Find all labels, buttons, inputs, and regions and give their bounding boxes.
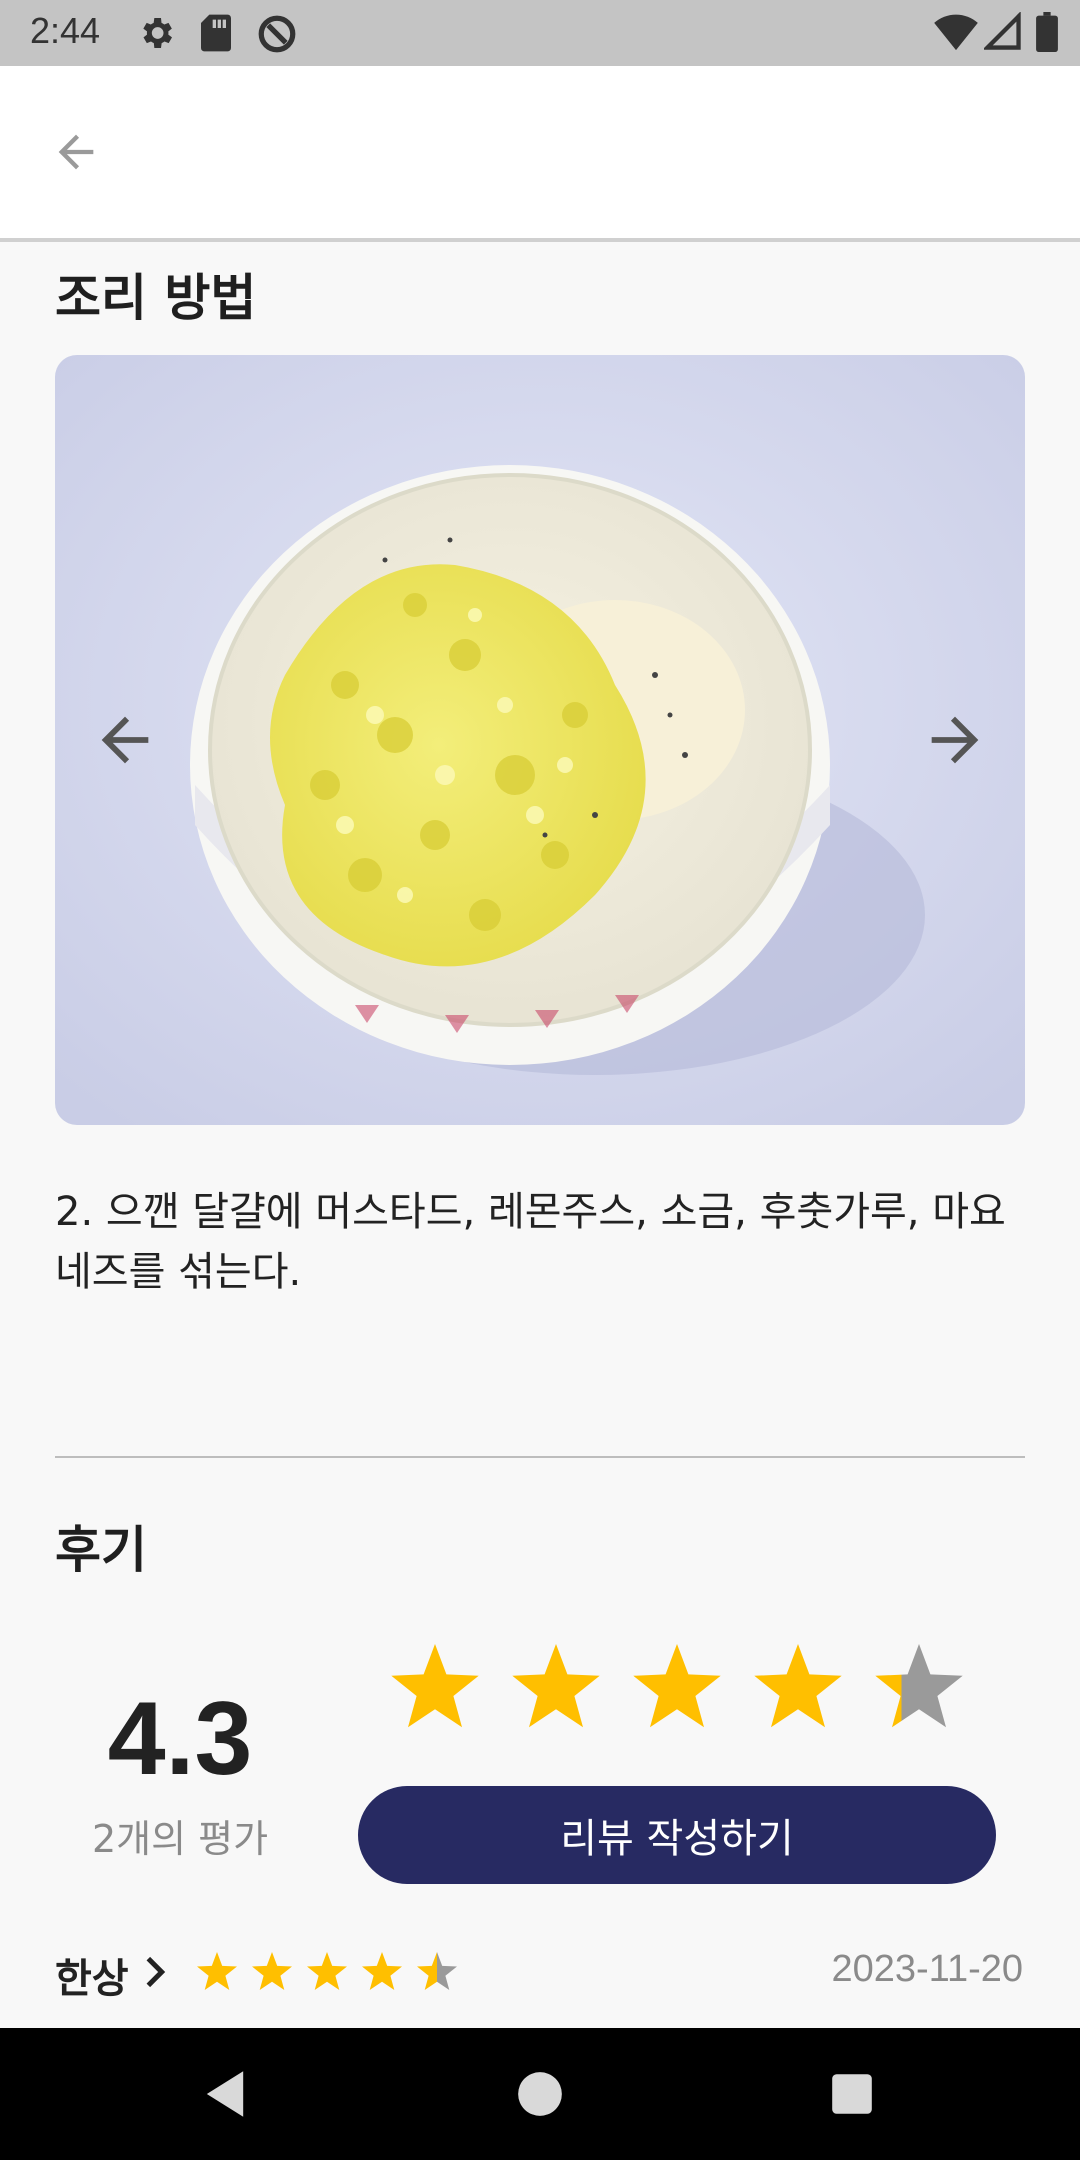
review-date: 2023-11-20 (831, 1948, 1023, 1990)
status-time: 2:44 (30, 10, 101, 51)
reviewer-name[interactable]: 한상 (55, 1946, 129, 2004)
navigation-bar (0, 2028, 1080, 2160)
average-rating: 4.3 (107, 1681, 253, 1797)
rating-star-1 (391, 1644, 479, 1728)
nav-back-icon (206, 2071, 244, 2117)
review-star-3 (307, 1952, 347, 1990)
carousel-prev-button[interactable] (85, 700, 165, 780)
app-bar (0, 66, 1080, 242)
review-star-2 (252, 1952, 292, 1990)
review-star-5 (417, 1952, 457, 1990)
status-bar: 2:44 (0, 0, 1080, 66)
screen: 2:44 조리 방법 2. 으깬 달걀에 머스타드, 레몬주스, 소금, 후춧가… (0, 0, 1080, 2160)
reviews-title: 후기 (55, 1521, 147, 1579)
food-photo (55, 355, 1025, 1125)
arrow-back-icon (58, 134, 94, 170)
nav-home-button[interactable] (500, 2054, 580, 2134)
cell-signal-icon (982, 11, 1022, 56)
rating-star-4 (754, 1644, 842, 1728)
nav-home-icon (518, 2072, 562, 2116)
arrow-right-icon (931, 716, 979, 764)
review-star-4 (362, 1952, 402, 1990)
arrow-left-icon (101, 716, 149, 764)
review-star-1 (197, 1952, 237, 1990)
settings-icon (136, 13, 176, 57)
carousel-next-button[interactable] (915, 700, 995, 780)
back-button[interactable] (40, 116, 112, 188)
battery-icon (1036, 12, 1058, 56)
nav-recents-button[interactable] (812, 2054, 892, 2134)
cooking-method-title: 조리 방법 (55, 269, 257, 327)
rating-star-3 (633, 1644, 721, 1728)
chevron-right-icon (140, 1952, 170, 1996)
nav-recents-icon (832, 2074, 872, 2114)
step-description: 2. 으깬 달걀에 머스타드, 레몬주스, 소금, 후춧가루, 마요네즈를 섞는… (55, 1189, 1006, 1295)
write-review-button[interactable]: 리뷰 작성하기 (358, 1786, 996, 1884)
recipe-step-photo[interactable] (55, 355, 1025, 1125)
wifi-icon (934, 12, 978, 56)
review-stars (197, 1952, 457, 1990)
rating-stars (391, 1644, 963, 1728)
rating-star-2 (512, 1644, 600, 1728)
sd-card-icon (198, 13, 234, 57)
data-saver-icon (256, 13, 298, 59)
nav-back-button[interactable] (185, 2054, 265, 2134)
section-divider (55, 1456, 1025, 1458)
rating-star-5 (875, 1644, 963, 1728)
rating-count: 2개의 평가 (91, 1817, 269, 1861)
